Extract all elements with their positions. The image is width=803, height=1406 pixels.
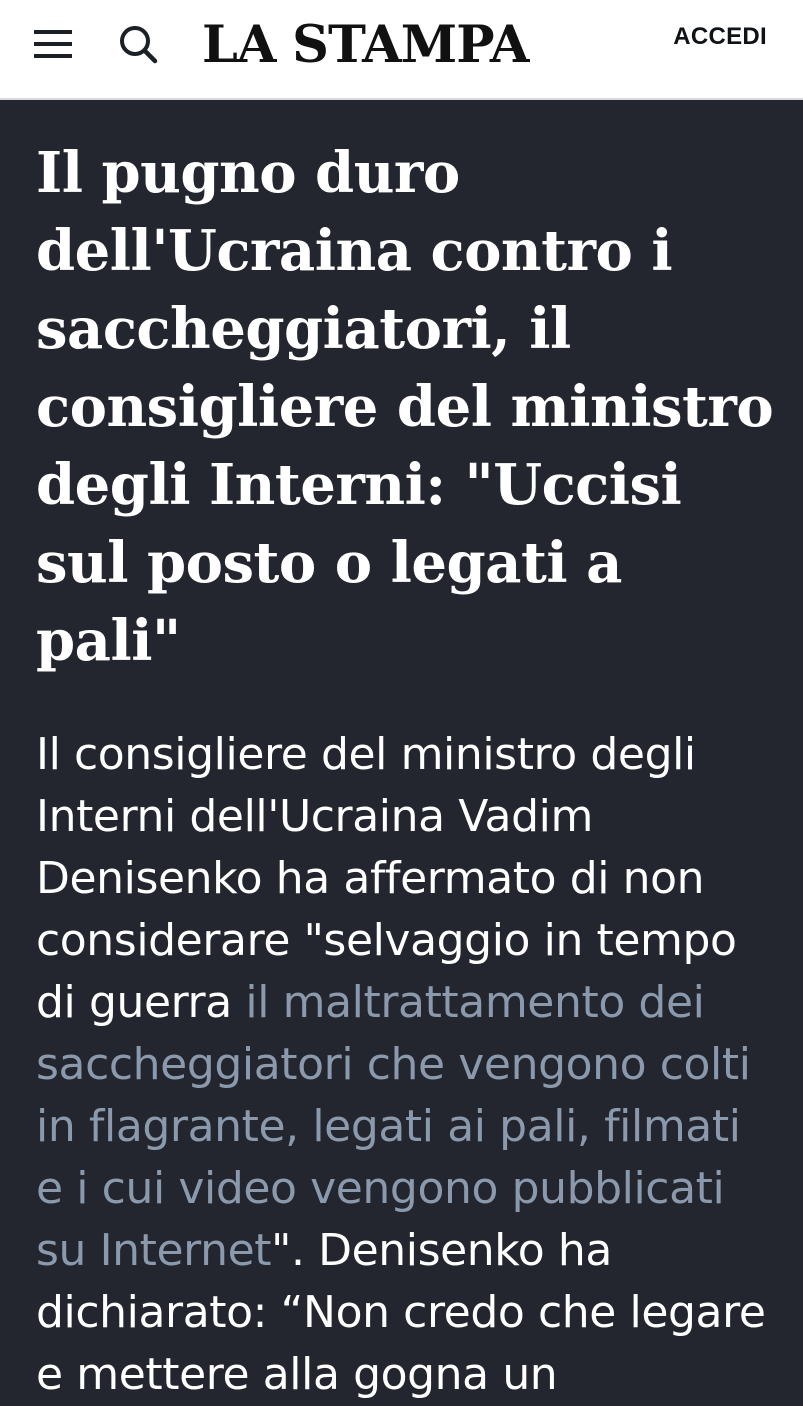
hamburger-menu-icon[interactable] xyxy=(32,24,74,64)
site-logo[interactable]: LA STAMPA xyxy=(202,10,600,80)
article-content: Il pugno duro dell'Ucraina contro i sacc… xyxy=(36,134,776,1406)
site-header: LA STAMPA ACCEDI xyxy=(0,0,803,100)
article-headline: Il pugno duro dell'Ucraina contro i sacc… xyxy=(36,140,774,674)
article-summary: Il consigliere del ministro degli Intern… xyxy=(36,724,776,1406)
login-link[interactable]: ACCEDI xyxy=(673,20,767,54)
search-icon[interactable] xyxy=(116,22,160,66)
